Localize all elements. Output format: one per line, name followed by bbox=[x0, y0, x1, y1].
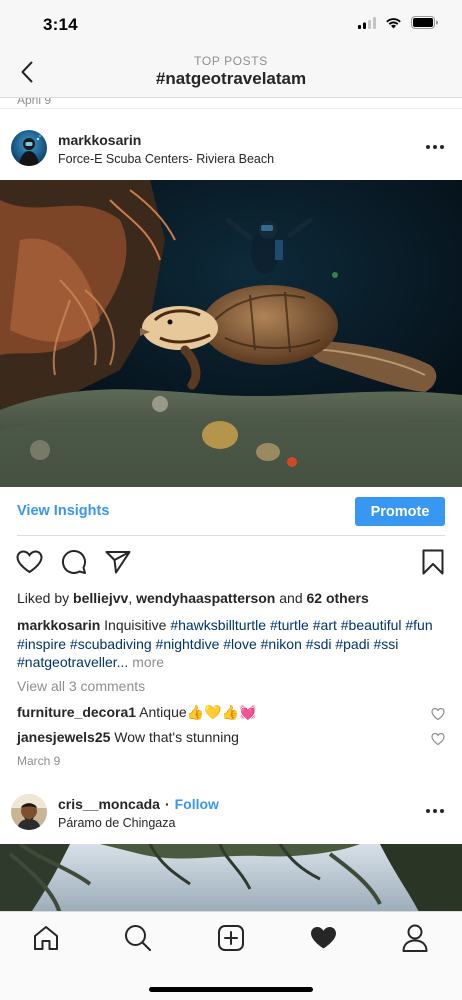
comment-bubble-icon bbox=[62, 550, 86, 574]
next-post-photo[interactable] bbox=[0, 844, 462, 911]
hashtag[interactable]: #hawksbillturtle bbox=[170, 617, 266, 633]
post-header: markkosarin Force-E Scuba Centers- Rivie… bbox=[0, 128, 462, 172]
next-post-username[interactable]: cris__moncada bbox=[58, 796, 160, 812]
tab-profile[interactable] bbox=[400, 923, 430, 953]
hashtag[interactable]: #nikon bbox=[261, 636, 302, 652]
heart-filled-icon bbox=[310, 927, 336, 949]
hashtag[interactable]: #nightdive bbox=[156, 636, 220, 652]
likes-summary[interactable]: Liked by belliejvv, wendyhaaspatterson a… bbox=[17, 590, 369, 606]
diver-avatar-image bbox=[11, 130, 47, 166]
avatar[interactable] bbox=[11, 794, 47, 830]
status-bar: 3:14 bbox=[0, 0, 462, 48]
previous-post-date: April 9 bbox=[17, 98, 52, 107]
comment-row: janesjewels25 Wow that's stunning bbox=[17, 729, 445, 749]
caption-more-link[interactable]: more bbox=[132, 654, 164, 670]
hashtag[interactable]: #love bbox=[223, 636, 256, 652]
hashtag[interactable]: #sdi bbox=[306, 636, 332, 652]
next-post-username-line: cris__moncada · Follow bbox=[58, 796, 219, 812]
feed[interactable]: April 9 markkosarin Force-E Scuba Center… bbox=[0, 98, 462, 911]
hashtag[interactable]: #scubadiving bbox=[70, 636, 152, 652]
follow-button[interactable]: Follow bbox=[175, 796, 219, 812]
divider bbox=[17, 535, 445, 536]
post-username[interactable]: markkosarin bbox=[58, 132, 141, 148]
like-button[interactable] bbox=[15, 548, 43, 576]
tab-bar bbox=[0, 911, 462, 1000]
tab-new-post[interactable] bbox=[216, 923, 246, 953]
share-button[interactable] bbox=[104, 548, 132, 576]
heart-outline-icon bbox=[15, 550, 43, 574]
paper-plane-icon bbox=[105, 551, 131, 574]
comment-like-icon[interactable] bbox=[431, 732, 445, 746]
post-date: March 9 bbox=[17, 754, 61, 768]
more-dots-icon bbox=[426, 145, 444, 149]
signal-icon bbox=[358, 16, 376, 29]
search-icon bbox=[125, 925, 151, 951]
comment-text: Antique👍💛👍💓 bbox=[139, 704, 257, 720]
landscape-photo-image bbox=[0, 844, 462, 911]
home-indicator bbox=[149, 987, 313, 992]
comment-row: furniture_decora1 Antique👍💛👍💓 bbox=[17, 704, 445, 724]
separator-dot: · bbox=[164, 796, 170, 812]
save-button[interactable] bbox=[419, 548, 447, 576]
comment-username[interactable]: furniture_decora1 bbox=[17, 704, 136, 720]
profile-icon bbox=[402, 924, 428, 952]
battery-icon bbox=[411, 16, 438, 29]
hashtag[interactable]: #padi bbox=[335, 636, 369, 652]
avatar[interactable] bbox=[11, 130, 47, 166]
comment-username[interactable]: janesjewels25 bbox=[17, 729, 110, 745]
hashtag[interactable]: #beautiful bbox=[341, 617, 402, 633]
caption-text: Inquisitive bbox=[104, 617, 167, 633]
hashtag[interactable]: #art bbox=[313, 617, 337, 633]
tab-activity[interactable] bbox=[308, 923, 338, 953]
add-post-icon bbox=[218, 925, 244, 951]
post-location[interactable]: Force-E Scuba Centers- Riviera Beach bbox=[58, 152, 274, 166]
page-title: #natgeotravelatam bbox=[155, 69, 307, 88]
promote-button[interactable]: Promote bbox=[355, 497, 445, 526]
insights-row: View Insights Promote bbox=[0, 494, 462, 534]
more-dots-icon bbox=[426, 809, 444, 813]
next-post-header: cris__moncada · Follow Páramo de Chingaza bbox=[0, 792, 462, 836]
status-time: 3:14 bbox=[43, 15, 78, 34]
nav-header: TOP POSTS #natgeotravelatam bbox=[0, 48, 462, 98]
divider bbox=[0, 108, 462, 109]
hashtag[interactable]: #turtle bbox=[270, 617, 309, 633]
hashtag[interactable]: #ssi bbox=[374, 636, 399, 652]
bookmark-icon bbox=[422, 549, 444, 575]
next-post-location[interactable]: Páramo de Chingaza bbox=[58, 816, 175, 830]
home-icon bbox=[34, 926, 58, 950]
post-actions bbox=[0, 548, 462, 578]
view-insights-link[interactable]: View Insights bbox=[17, 503, 109, 519]
hashtag[interactable]: #inspire bbox=[17, 636, 66, 652]
header-subtitle: TOP POSTS bbox=[194, 54, 268, 68]
hashtag[interactable]: #natgeotraveller... bbox=[17, 654, 128, 670]
more-options-button[interactable] bbox=[424, 140, 446, 154]
hashtag[interactable]: #fun bbox=[405, 617, 432, 633]
post-caption: markkosarin Inquisitive #hawksbillturtle… bbox=[17, 616, 447, 672]
wifi-icon bbox=[386, 17, 401, 28]
more-options-button[interactable] bbox=[424, 804, 446, 818]
comment-text: Wow that's stunning bbox=[114, 729, 239, 745]
post-photo[interactable] bbox=[0, 180, 462, 487]
person-avatar-image bbox=[11, 794, 47, 830]
tab-home[interactable] bbox=[31, 923, 61, 953]
comment-button[interactable] bbox=[60, 548, 88, 576]
comment-like-icon[interactable] bbox=[431, 707, 445, 721]
caption-username[interactable]: markkosarin bbox=[17, 617, 100, 633]
tab-search[interactable] bbox=[123, 923, 153, 953]
status-icons bbox=[358, 16, 438, 29]
view-all-comments-link[interactable]: View all 3 comments bbox=[17, 678, 145, 694]
turtle-photo-image bbox=[0, 180, 462, 487]
